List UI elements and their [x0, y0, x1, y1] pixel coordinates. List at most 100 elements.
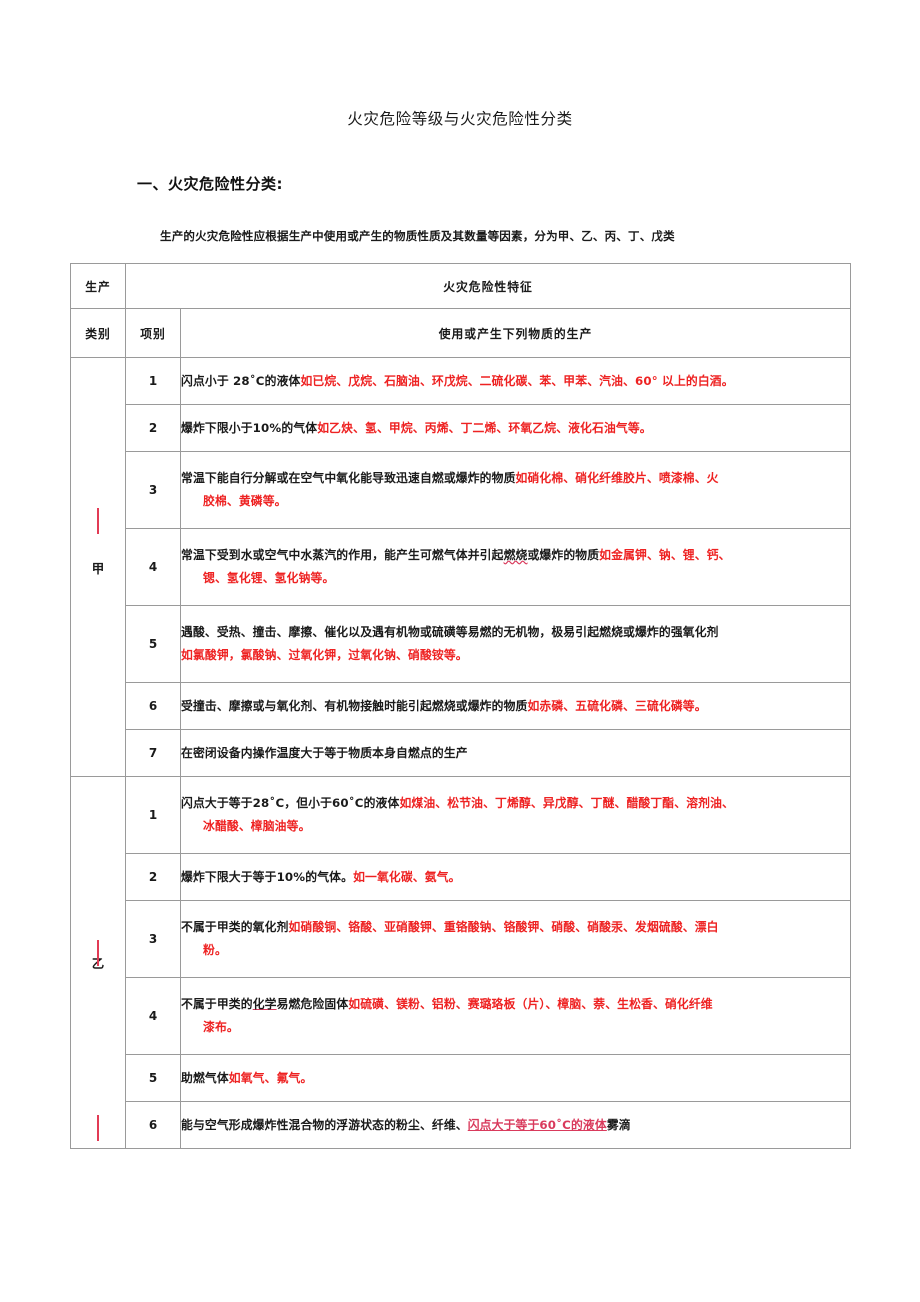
- header-feature-bottom: 使用或产生下列物质的生产: [180, 308, 851, 358]
- desc-red-text: 漆布。: [203, 1020, 239, 1034]
- table-row: 4 常温下受到水或空气中水蒸汽的作用，能产生可燃气体并引起燃烧或爆炸的物质如金属钾…: [71, 528, 851, 606]
- category-cell-yi: 乙: [70, 776, 126, 1149]
- desc-red-text: 如一氧化碳、氨气。: [353, 869, 461, 884]
- description-line: 受撞击、摩擦或与氧化剂、有机物接触时能引起燃烧或爆炸的物质如赤磷、五硫化磷、三硫…: [181, 695, 850, 718]
- table-body: 生产 火灾危险性特征 类别 项别 使用或产生下列物质的生产甲 1 闪点小于 28˚C的液体如…: [70, 263, 851, 1149]
- item-number-cell: 1: [125, 776, 181, 854]
- revision-tick-icon: [97, 508, 99, 535]
- desc-black-text: 不属于甲类的氧化剂: [181, 920, 289, 934]
- item-number-cell: 2: [125, 404, 181, 452]
- desc-black-text: 雾滴: [606, 1117, 631, 1132]
- document-page: 火灾危险等级与火灾危险性分类 一、火灾危险性分类: 生产的火灾危险性应根据生产中…: [0, 0, 920, 1302]
- desc-black-text: 受撞击、摩擦或与氧化剂、有机物接触时能引起燃烧或爆炸的物质: [181, 698, 528, 713]
- description-cell: 遇酸、受热、撞击、摩擦、催化以及遇有机物或硫磺等易燃的无机物，极易引起燃烧或爆炸…: [180, 605, 851, 683]
- description-line: 遇酸、受热、撞击、摩擦、催化以及遇有机物或硫磺等易燃的无机物，极易引起燃烧或爆炸…: [181, 621, 850, 644]
- description-cell: 不属于甲类的氧化剂如硝酸铜、铬酸、亚硝酸钾、重铬酸钠、铬酸钾、硝酸、硝酸汞、发烟…: [180, 900, 851, 978]
- desc-red-text: 如金属钾、钠、锂、钙、: [599, 548, 731, 562]
- description-cell: 闪点大于等于28˚C，但小于60˚C的液体如煤油、松节油、丁烯醇、异戊醇、丁醚、…: [180, 776, 851, 854]
- desc-underlined-text: 化学: [252, 997, 277, 1011]
- description-line: 不属于甲类的化学易燃危险固体如硫磺、镁粉、铝粉、赛璐珞板（片）、樟脑、萘、生松香…: [181, 993, 850, 1016]
- desc-red-text: 如硝化棉、硝化纤维胶片、喷漆棉、火: [515, 471, 719, 485]
- fire-hazard-table: 生产 火灾危险性特征 类别 项别 使用或产生下列物质的生产甲 1 闪点小于 28˚C的液体如…: [70, 263, 851, 1149]
- table-row: 5 遇酸、受热、撞击、摩擦、催化以及遇有机物或硫磺等易燃的无机物，极易引起燃烧或爆…: [71, 605, 851, 683]
- description-line: 助燃气体如氧气、氟气。: [181, 1067, 850, 1090]
- item-number-cell: 4: [125, 528, 181, 606]
- description-line: 漆布。: [181, 1016, 850, 1039]
- description-line: 冰醋酸、樟脑油等。: [181, 815, 850, 838]
- desc-red-text: 如乙炔、氢、甲烷、丙烯、丁二烯、环氧乙烷、液化石油气等。: [317, 420, 652, 435]
- page-title: 火灾危险等级与火灾危险性分类: [347, 110, 573, 128]
- category-cell-jia: 甲: [70, 357, 126, 777]
- table-row: 6 能与空气形成爆炸性混合物的浮游状态的粉尘、纤维、闪点大于等于60˚C的液体雾滴: [71, 1101, 851, 1149]
- table-row: 5 助燃气体如氧气、氟气。: [71, 1054, 851, 1102]
- item-number-cell: 6: [125, 1101, 181, 1149]
- table-row: 3 不属于甲类的氧化剂如硝酸铜、铬酸、亚硝酸钾、重铬酸钠、铬酸钾、硝酸、硝酸汞、发…: [71, 900, 851, 978]
- desc-red-text: 如煤油、松节油、丁烯醇、异戊醇、丁醚、醋酸丁酯、溶剂油、: [399, 796, 734, 810]
- description-line: 胶棉、黄磷等。: [181, 490, 850, 513]
- table-row: 乙1闪点大于等于28˚C，但小于60˚C的液体如煤油、松节油、丁烯醇、异戊醇、丁…: [70, 776, 851, 1149]
- table-row: 7 在密闭设备内操作温度大于等于物质本身自燃点的生产: [71, 729, 851, 777]
- description-cell: 受撞击、摩擦或与氧化剂、有机物接触时能引起燃烧或爆炸的物质如赤磷、五硫化磷、三硫…: [180, 682, 851, 730]
- desc-red-underlined-text: 闪点大于等于60˚C的液体: [467, 1117, 607, 1132]
- table-header-row-1: 生产 火灾危险性特征: [70, 263, 851, 309]
- table-row: 甲 1 闪点小于 28˚C的液体如已烷、戊烷、石脑油、环戊烷、二硫化碳、苯、甲苯、汽…: [70, 357, 851, 777]
- description-line: 如氯酸钾，氯酸钠、过氧化钾，过氧化钠、硝酸铵等。: [181, 644, 850, 667]
- revision-tick-icon: [97, 1114, 99, 1141]
- revision-tick-icon: [97, 940, 99, 967]
- header-category-top: 生产: [70, 263, 126, 309]
- description-cell: 闪点小于 28˚C的液体如已烷、戊烷、石脑油、环戊烷、二硫化碳、苯、甲苯、汽油、…: [180, 357, 851, 405]
- description-cell: 助燃气体如氧气、氟气。: [180, 1054, 851, 1102]
- desc-red-text: 如赤磷、五硫化磷、三硫化磷等。: [527, 698, 707, 713]
- item-number-cell: 5: [125, 1054, 181, 1102]
- description-line: 闪点小于 28˚C的液体如已烷、戊烷、石脑油、环戊烷、二硫化碳、苯、甲苯、汽油、…: [181, 370, 850, 393]
- desc-black-text: 闪点大于等于28˚C，但小于60˚C的液体: [181, 796, 400, 810]
- desc-black-text: 易燃危险固体: [276, 997, 349, 1011]
- desc-spellcheck-text: 燃烧: [503, 548, 528, 562]
- desc-black-text: 在密闭设备内操作温度大于等于物质本身自燃点的生产: [181, 745, 468, 760]
- table-header-row-2: 类别 项别 使用或产生下列物质的生产: [70, 308, 851, 358]
- fire-hazard-table-wrapper: 生产 火灾危险性特征 类别 项别 使用或产生下列物质的生产甲 1 闪点小于 28˚C的液体如…: [70, 263, 851, 1149]
- item-number-cell: 7: [125, 729, 181, 777]
- description-line: 锶、氢化锂、氢化钠等。: [181, 567, 850, 590]
- desc-red-text: 如氧气、氟气。: [228, 1070, 313, 1085]
- desc-black-text: 不属于甲类的: [181, 997, 253, 1011]
- description-line: 常温下受到水或空气中水蒸汽的作用，能产生可燃气体并引起燃烧或爆炸的物质如金属钾、…: [181, 544, 850, 567]
- header-item: 项别: [125, 308, 181, 358]
- table-row: 2 爆炸下限大于等于10%的气体。如一氧化碳、氨气。: [71, 853, 851, 901]
- category-label: 甲: [91, 560, 105, 576]
- desc-red-text: 锶、氢化锂、氢化钠等。: [203, 571, 335, 585]
- description-cell: 爆炸下限小于10%的气体如乙炔、氢、甲烷、丙烯、丁二烯、环氧乙烷、液化石油气等。: [180, 404, 851, 452]
- item-number-cell: 3: [125, 451, 181, 529]
- description-line: 不属于甲类的氧化剂如硝酸铜、铬酸、亚硝酸钾、重铬酸钠、铬酸钾、硝酸、硝酸汞、发烟…: [181, 916, 850, 939]
- description-cell: 在密闭设备内操作温度大于等于物质本身自燃点的生产: [180, 729, 851, 777]
- desc-red-text: 粉。: [203, 943, 227, 957]
- item-number-cell: 4: [125, 977, 181, 1055]
- desc-red-text: 如已烷、戊烷、石脑油、环戊烷、二硫化碳、苯、甲苯、汽油、60° 以上的白酒。: [300, 373, 734, 388]
- desc-black-text: 能与空气形成爆炸性混合物的浮游状态的粉尘、纤维、: [181, 1117, 468, 1132]
- table-row: 2 爆炸下限小于10%的气体如乙炔、氢、甲烷、丙烯、丁二烯、环氧乙烷、液化石油气等…: [71, 404, 851, 452]
- description-cell: 常温下能自行分解或在空气中氧化能导致迅速自燃或爆炸的物质如硝化棉、硝化纤维胶片、…: [180, 451, 851, 529]
- header-category-bottom: 类别: [70, 308, 126, 358]
- description-line: 闪点大于等于28˚C，但小于60˚C的液体如煤油、松节油、丁烯醇、异戊醇、丁醚、…: [181, 792, 850, 815]
- item-number-cell: 5: [125, 605, 181, 683]
- description-line: 爆炸下限小于10%的气体如乙炔、氢、甲烷、丙烯、丁二烯、环氧乙烷、液化石油气等。: [181, 417, 850, 440]
- intro-paragraph: 生产的火灾危险性应根据生产中使用或产生的物质性质及其数量等因素，分为甲、乙、丙、…: [160, 229, 675, 243]
- description-line: 粉。: [181, 939, 850, 962]
- desc-red-text: 如硫磺、镁粉、铝粉、赛璐珞板（片）、樟脑、萘、生松香、硝化纤维: [348, 997, 713, 1011]
- section-heading: 一、火灾危险性分类:: [137, 175, 283, 193]
- description-line: 在密闭设备内操作温度大于等于物质本身自燃点的生产: [181, 742, 850, 765]
- desc-black-text: 或爆炸的物质: [527, 548, 600, 562]
- table-row: 6 受撞击、摩擦或与氧化剂、有机物接触时能引起燃烧或爆炸的物质如赤磷、五硫化磷、三…: [71, 682, 851, 730]
- description-line: 能与空气形成爆炸性混合物的浮游状态的粉尘、纤维、闪点大于等于60˚C的液体雾滴: [181, 1114, 850, 1137]
- item-number-cell: 2: [125, 853, 181, 901]
- item-number-cell: 6: [125, 682, 181, 730]
- desc-red-text: 冰醋酸、樟脑油等。: [203, 819, 311, 833]
- description-line: 常温下能自行分解或在空气中氧化能导致迅速自燃或爆炸的物质如硝化棉、硝化纤维胶片、…: [181, 467, 850, 490]
- desc-red-text: 胶棉、黄磷等。: [203, 494, 287, 508]
- desc-red-text: 如硝酸铜、铬酸、亚硝酸钾、重铬酸钠、铬酸钾、硝酸、硝酸汞、发烟硫酸、漂白: [288, 920, 719, 934]
- description-cell: 爆炸下限大于等于10%的气体。如一氧化碳、氨气。: [180, 853, 851, 901]
- description-cell: 能与空气形成爆炸性混合物的浮游状态的粉尘、纤维、闪点大于等于60˚C的液体雾滴: [180, 1101, 851, 1149]
- table-row: 4 不属于甲类的化学易燃危险固体如硫磺、镁粉、铝粉、赛璐珞板（片）、樟脑、萘、生松…: [71, 977, 851, 1055]
- item-number-cell: 3: [125, 900, 181, 978]
- desc-black-text: 爆炸下限小于10%的气体: [181, 420, 318, 435]
